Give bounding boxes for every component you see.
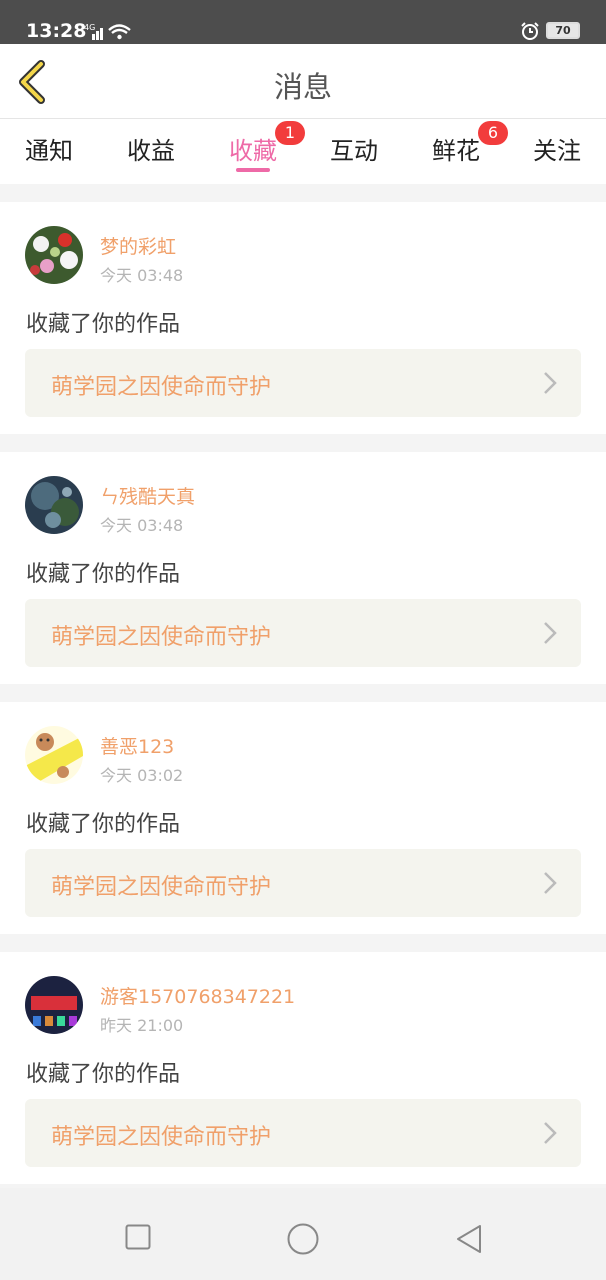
action-text: 收藏了你的作品	[26, 812, 181, 837]
message-card: 梦的彩虹 今天 03:48 收藏了你的作品 萌学园之因使命而守护	[0, 202, 606, 434]
back-nav-icon[interactable]	[455, 1224, 483, 1254]
avatar[interactable]	[25, 976, 83, 1034]
work-title: 萌学园之因使命而守护	[51, 875, 272, 900]
chevron-right-icon	[544, 372, 557, 394]
work-title: 萌学园之因使命而守护	[51, 1125, 272, 1150]
tab-earnings[interactable]: 收益	[127, 131, 175, 166]
username[interactable]: ㄣ残酷天真	[100, 482, 195, 509]
battery-indicator: 70	[546, 22, 580, 39]
tab-badge: 6	[478, 121, 508, 145]
work-title: 萌学园之因使命而守护	[51, 375, 272, 400]
message-card: 善恶123 今天 03:02 收藏了你的作品 萌学园之因使命而守护	[0, 702, 606, 934]
tab-label: 关注	[533, 137, 581, 165]
tab-flowers[interactable]: 鲜花 6	[432, 121, 508, 166]
message-card: 游客1570768347221 昨天 21:00 收藏了你的作品 萌学园之因使命…	[0, 952, 606, 1184]
work-link[interactable]: 萌学园之因使命而守护	[25, 599, 581, 667]
signal-wifi-icon: 4G	[84, 23, 131, 40]
message-time: 今天 03:48	[100, 266, 184, 285]
message-time: 昨天 21:00	[100, 1016, 184, 1035]
recent-apps-icon[interactable]	[125, 1224, 151, 1250]
status-time: 13:28	[26, 20, 87, 42]
work-link[interactable]: 萌学园之因使命而守护	[25, 1099, 581, 1167]
chevron-right-icon	[544, 872, 557, 894]
status-bar: 13:28 4G 70	[0, 0, 606, 44]
active-tab-indicator	[236, 168, 270, 172]
page-title: 消息	[273, 70, 332, 104]
avatar[interactable]	[25, 226, 83, 284]
message-time: 今天 03:02	[100, 766, 184, 785]
action-text: 收藏了你的作品	[26, 562, 181, 587]
tab-label: 收益	[127, 137, 175, 165]
work-link[interactable]: 萌学园之因使命而守护	[25, 849, 581, 917]
chevron-right-icon	[544, 622, 557, 644]
username[interactable]: 善恶123	[100, 732, 174, 759]
header: 消息	[0, 44, 606, 118]
avatar[interactable]	[25, 476, 83, 534]
message-time: 今天 03:48	[100, 516, 184, 535]
svg-text:4G: 4G	[84, 23, 95, 32]
username[interactable]: 游客1570768347221	[100, 982, 295, 1009]
tab-notifications[interactable]: 通知	[25, 131, 73, 166]
home-icon[interactable]	[287, 1223, 319, 1255]
tab-bar: 通知 收益 收藏 1 互动 鲜花 6 关注	[0, 118, 606, 184]
tab-label: 鲜花	[432, 137, 480, 165]
alarm-icon	[521, 22, 539, 40]
tab-favorites[interactable]: 收藏 1	[229, 121, 305, 172]
tab-badge: 1	[275, 121, 305, 145]
tab-interactions[interactable]: 互动	[330, 131, 378, 166]
avatar[interactable]	[25, 726, 83, 784]
work-link[interactable]: 萌学园之因使命而守护	[25, 349, 581, 417]
work-title: 萌学园之因使命而守护	[51, 625, 272, 650]
tab-label: 通知	[25, 137, 73, 165]
message-card: ㄣ残酷天真 今天 03:48 收藏了你的作品 萌学园之因使命而守护	[0, 452, 606, 684]
action-text: 收藏了你的作品	[26, 312, 181, 337]
tab-follows[interactable]: 关注	[533, 131, 581, 166]
username[interactable]: 梦的彩虹	[100, 232, 176, 259]
system-nav-bar	[0, 1188, 606, 1280]
tab-label: 互动	[330, 137, 378, 165]
chevron-right-icon	[544, 1122, 557, 1144]
action-text: 收藏了你的作品	[26, 1062, 181, 1087]
tab-label: 收藏	[229, 137, 277, 165]
